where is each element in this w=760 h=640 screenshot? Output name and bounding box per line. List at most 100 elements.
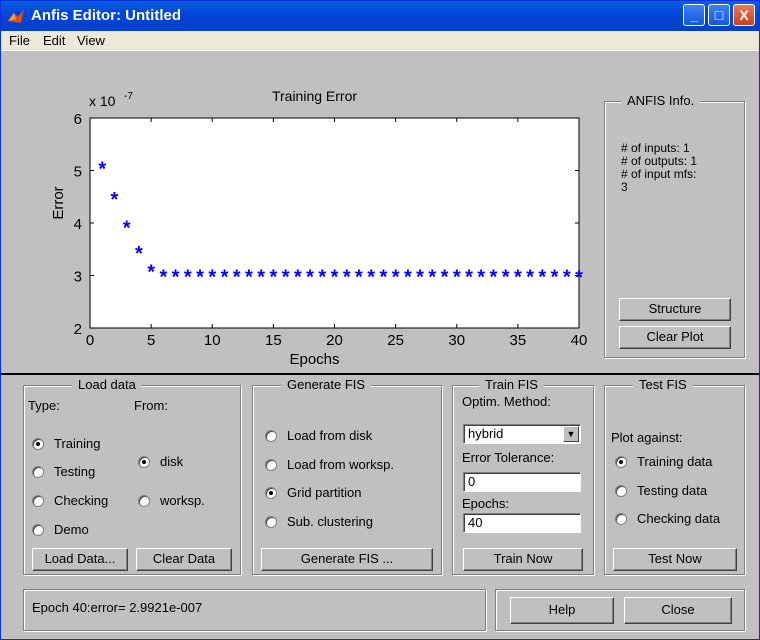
radio-demo[interactable]	[32, 524, 44, 536]
radio-training-data[interactable]	[615, 456, 627, 468]
generate-fis-title: Generate FIS	[281, 377, 372, 392]
data-point: *	[159, 267, 167, 289]
data-point: *	[490, 267, 498, 289]
radio-disk[interactable]	[138, 456, 150, 468]
info-line: # of input mfs:	[621, 167, 697, 181]
info-line: 3	[621, 180, 628, 194]
data-point: *	[208, 267, 216, 289]
data-point: *	[184, 267, 192, 289]
radio-testing-data[interactable]	[615, 485, 627, 497]
radio-training-label: Training	[54, 436, 101, 451]
maximize-button[interactable]: □	[708, 4, 730, 26]
close-window-button[interactable]: X	[733, 4, 755, 26]
data-point: *	[318, 267, 326, 289]
train-fis-panel: Train FIS Optim. Method: hybrid ▼ Error …	[452, 377, 594, 575]
radio-checking[interactable]	[32, 495, 44, 507]
data-point: *	[172, 267, 180, 289]
plot-against-label: Plot against:	[611, 430, 683, 445]
scale-factor-exponent: -7	[124, 91, 133, 102]
type-label: Type:	[28, 398, 60, 413]
dropdown-arrow-icon[interactable]: ▼	[563, 426, 579, 442]
load-from-workspace-label: Load from worksp.	[287, 457, 394, 472]
title-bar[interactable]: Anfis Editor: Untitled _ □ X	[1, 1, 759, 31]
scale-factor-label: x 10	[89, 93, 116, 109]
data-point: *	[343, 267, 351, 289]
testing-data-label: Testing data	[637, 483, 708, 498]
from-label: From:	[134, 398, 168, 413]
radio-testing-label: Testing	[54, 464, 96, 479]
generate-fis-button[interactable]: Generate FIS ...	[261, 548, 433, 571]
radio-demo-label: Demo	[54, 522, 89, 537]
x-tick-label: 5	[147, 332, 155, 349]
data-point: *	[331, 267, 339, 289]
data-point: *	[135, 243, 143, 265]
optim-method-select[interactable]: hybrid ▼	[463, 424, 581, 444]
menu-bar: File Edit View	[1, 31, 759, 51]
help-button[interactable]: Help	[510, 597, 614, 624]
train-now-button[interactable]: Train Now	[463, 548, 583, 571]
radio-workspace-label: worksp.	[160, 493, 205, 508]
clear-data-button[interactable]: Clear Data	[136, 548, 232, 571]
menu-view[interactable]: View	[77, 33, 105, 48]
error-tolerance-label: Error Tolerance:	[462, 450, 555, 465]
menu-edit[interactable]: Edit	[43, 33, 65, 48]
menu-file[interactable]: File	[9, 33, 30, 48]
data-point: *	[477, 267, 485, 289]
radio-checking-data[interactable]	[615, 513, 627, 525]
x-tick-label: 20	[326, 332, 343, 349]
epochs-label: Epochs:	[462, 496, 509, 511]
x-axis-label: Epochs	[289, 351, 339, 368]
anfis-editor-window: Anfis Editor: Untitled _ □ X File Edit V…	[0, 0, 760, 640]
data-point: *	[306, 267, 314, 289]
structure-button[interactable]: Structure	[619, 298, 731, 321]
load-data-button[interactable]: Load Data...	[32, 548, 128, 571]
data-point: *	[380, 267, 388, 289]
data-point: *	[538, 267, 546, 289]
x-tick-label: 10	[204, 332, 221, 349]
load-data-panel: Load data Type: From: Training Testing C…	[23, 377, 241, 575]
data-point: *	[269, 267, 277, 289]
error-tolerance-input[interactable]: 0	[463, 472, 581, 492]
x-tick-label: 30	[448, 332, 465, 349]
data-point: *	[123, 218, 131, 240]
data-point: *	[428, 267, 436, 289]
close-button[interactable]: Close	[624, 597, 732, 624]
data-point: *	[294, 267, 302, 289]
y-tick-label: 6	[74, 111, 82, 128]
data-point: *	[453, 267, 461, 289]
x-tick-label: 40	[571, 332, 588, 349]
anfis-info-panel: ANFIS Info. # of inputs: 1 # of outputs:…	[604, 93, 745, 358]
radio-checking-label: Checking	[54, 493, 109, 508]
radio-sub-clustering[interactable]	[265, 516, 277, 528]
grid-partition-label: Grid partition	[287, 485, 362, 500]
data-point: *	[147, 261, 155, 283]
radio-workspace[interactable]	[138, 495, 150, 507]
y-tick-label: 4	[74, 216, 82, 233]
clear-plot-button[interactable]: Clear Plot	[619, 326, 731, 349]
training-data-label: Training data	[637, 454, 713, 469]
y-tick-label: 5	[74, 164, 82, 181]
load-from-disk-label: Load from disk	[287, 428, 373, 443]
data-point: *	[98, 158, 106, 180]
window-title: Anfis Editor: Untitled	[31, 7, 181, 24]
data-point: *	[392, 267, 400, 289]
radio-training[interactable]	[32, 438, 44, 450]
test-now-button[interactable]: Test Now	[613, 548, 737, 571]
generate-fis-panel: Generate FIS Load from disk Load from wo…	[252, 377, 442, 575]
radio-load-from-workspace[interactable]	[265, 459, 277, 471]
data-point: *	[221, 267, 229, 289]
status-text: Epoch 40:error= 2.9921e-007	[32, 600, 203, 615]
data-point: *	[563, 267, 571, 289]
load-data-title: Load data	[72, 377, 142, 392]
epochs-input[interactable]: 40	[463, 513, 581, 533]
radio-grid-partition[interactable]	[265, 487, 277, 499]
y-axis-label: Error	[50, 186, 67, 219]
plot-area: 0 5 10 15 20 25 30 35 40 2 3 4 5 6 Training Error Epoch…	[1, 52, 759, 373]
radio-testing[interactable]	[32, 466, 44, 478]
test-fis-panel: Test FIS Plot against: Training data Tes…	[604, 377, 745, 575]
radio-disk-label: disk	[160, 454, 184, 469]
radio-load-from-disk[interactable]	[265, 430, 277, 442]
data-point: *	[111, 189, 119, 211]
data-point: *	[526, 267, 534, 289]
minimize-button[interactable]: _	[683, 4, 705, 26]
